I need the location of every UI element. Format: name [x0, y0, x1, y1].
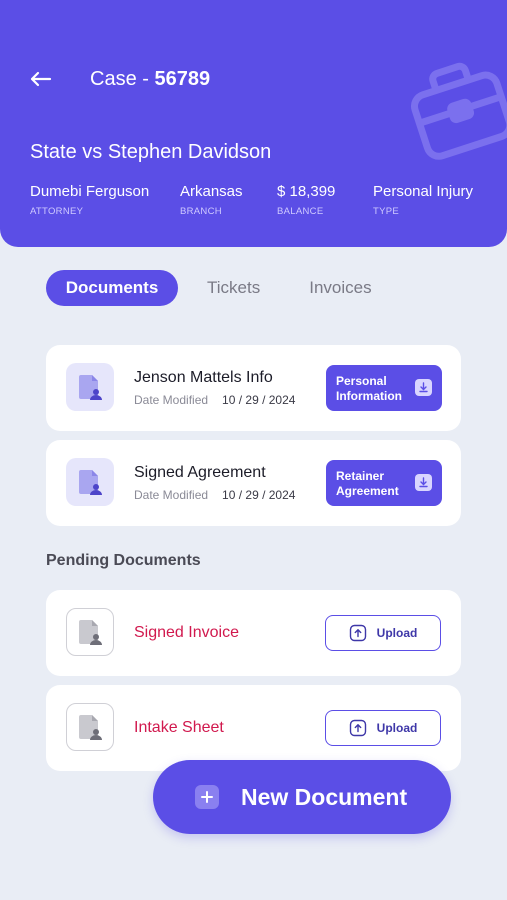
pending-document-icon — [66, 608, 114, 656]
upload-icon — [349, 624, 366, 642]
pending-document-card[interactable]: Signed Invoice Upload — [46, 590, 461, 676]
plus-icon — [195, 785, 219, 809]
pending-document-title: Signed Invoice — [134, 624, 239, 641]
meta-type: Personal Injury TYPE — [373, 182, 473, 217]
document-user-icon — [66, 363, 114, 411]
tab-documents[interactable]: Documents — [46, 270, 178, 306]
briefcase-icon — [411, 62, 507, 160]
new-document-label: New Document — [241, 783, 408, 810]
case-prefix: Case - — [90, 68, 155, 90]
meta-branch-value: Arkansas — [180, 183, 243, 200]
arrow-left-icon — [30, 71, 52, 87]
upload-button[interactable]: Upload — [325, 615, 441, 651]
case-title: Case - 56789 — [90, 64, 210, 94]
date-label: Date Modified — [134, 488, 209, 502]
meta-type-label: TYPE — [373, 206, 400, 217]
download-retainer-agreement-button[interactable]: Retainer Agreement — [326, 460, 442, 506]
document-title: Jenson Mattels Info — [134, 369, 273, 386]
upload-icon — [349, 719, 366, 737]
upload-label: Upload — [376, 626, 418, 640]
document-card[interactable]: Jenson Mattels Info Date Modified 10 / 29… — [46, 345, 461, 431]
pending-document-card[interactable]: Intake Sheet Upload — [46, 685, 461, 771]
document-date-row: Date Modified 10 / 29 / 2024 — [134, 488, 295, 502]
upload-button[interactable]: Upload — [325, 710, 441, 746]
meta-type-value: Personal Injury — [373, 183, 474, 200]
date-value: 10 / 29 / 2024 — [222, 488, 296, 502]
meta-branch: Arkansas BRANCH — [180, 182, 243, 217]
upload-label: Upload — [376, 721, 418, 735]
case-name: State vs Stephen Davidson — [30, 141, 272, 163]
document-user-icon — [66, 458, 114, 506]
case-header: Case - 56789 State vs Stephen Davidson D… — [0, 0, 507, 247]
meta-attorney-value: Dumebi Ferguson — [30, 183, 150, 200]
tag-label: Personal Information — [336, 374, 402, 403]
meta-balance-value: $ 18,399 — [277, 183, 336, 200]
download-personal-information-button[interactable]: Personal Information — [326, 365, 442, 411]
date-value: 10 / 29 / 2024 — [222, 393, 296, 407]
download-icon — [415, 474, 432, 491]
tab-tickets[interactable]: Tickets — [207, 270, 260, 306]
new-document-button[interactable]: New Document — [153, 760, 451, 834]
tag-label: Retainer Agreement — [336, 469, 399, 498]
tab-bar: Documents Tickets Invoices — [46, 270, 372, 306]
meta-attorney-label: ATTORNEY — [30, 206, 84, 217]
document-date-row: Date Modified 10 / 29 / 2024 — [134, 393, 295, 407]
meta-branch-label: BRANCH — [180, 206, 222, 217]
document-title: Signed Agreement — [134, 464, 266, 481]
tab-invoices[interactable]: Invoices — [309, 270, 371, 306]
document-card[interactable]: Signed Agreement Date Modified 10 / 29 / … — [46, 440, 461, 526]
pending-document-title: Intake Sheet — [134, 719, 224, 736]
meta-balance-label: BALANCE — [277, 206, 324, 217]
meta-balance: $ 18,399 BALANCE — [277, 182, 335, 217]
pending-document-icon — [66, 703, 114, 751]
case-number: 56789 — [154, 68, 211, 90]
date-label: Date Modified — [134, 393, 209, 407]
pending-documents-heading: Pending Documents — [46, 552, 201, 569]
back-button[interactable] — [26, 64, 56, 94]
download-icon — [415, 379, 432, 396]
meta-attorney: Dumebi Ferguson ATTORNEY — [30, 182, 149, 217]
